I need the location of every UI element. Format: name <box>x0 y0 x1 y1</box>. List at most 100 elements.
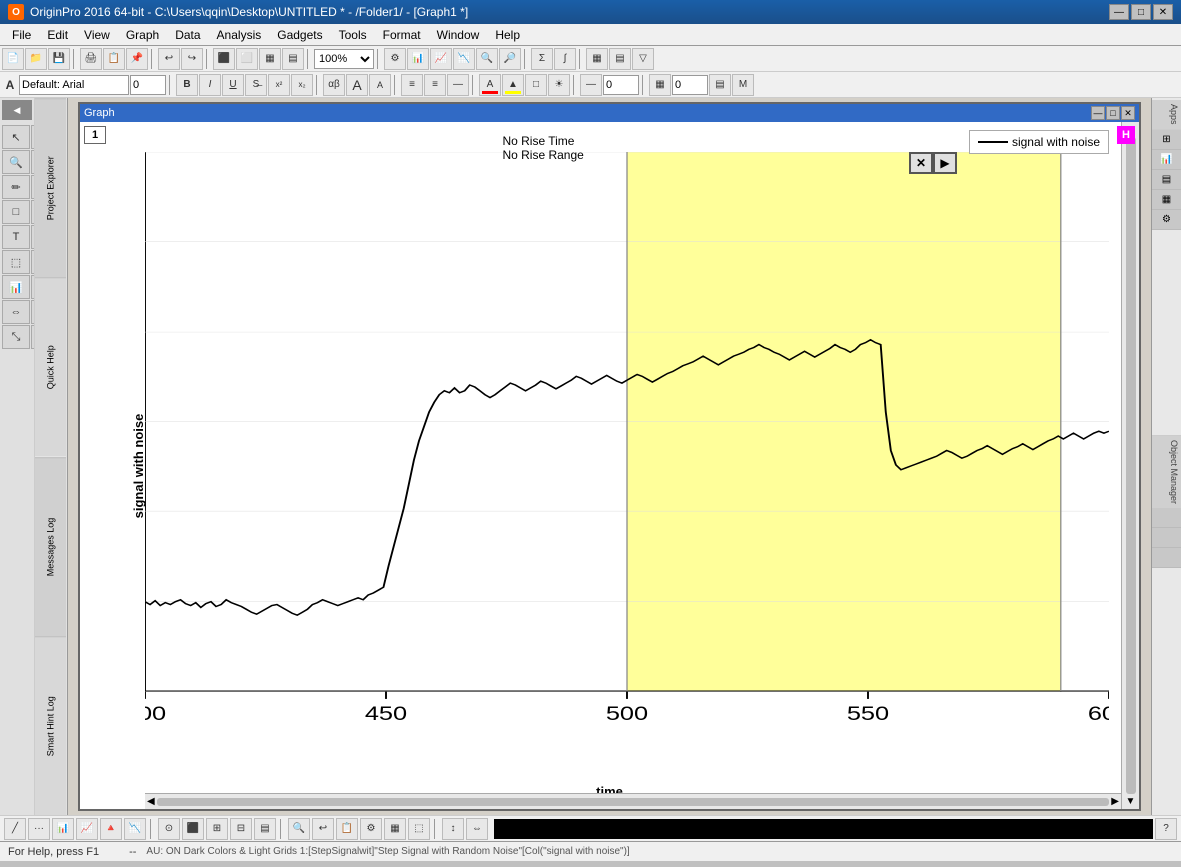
menu-file[interactable]: File <box>4 26 39 44</box>
bt-8[interactable]: ⬛ <box>182 818 204 840</box>
bt-16[interactable]: ▦ <box>384 818 406 840</box>
sidebar-object-manager[interactable]: Object Manager <box>1152 435 1181 508</box>
right-tool-7[interactable] <box>1152 528 1181 548</box>
special-btn[interactable]: M <box>732 74 754 96</box>
tb-btn-a[interactable]: ⬛ <box>213 48 235 70</box>
line-btn[interactable]: — <box>447 74 469 96</box>
right-tool-8[interactable] <box>1152 548 1181 568</box>
bt-5[interactable]: 🔺 <box>100 818 122 840</box>
scroll-thumb-h[interactable] <box>157 798 1110 806</box>
maximize-button[interactable]: □ <box>1131 4 1151 20</box>
font-name-input[interactable] <box>19 75 129 95</box>
line-style-btn[interactable]: — <box>580 74 602 96</box>
bt-15[interactable]: ⚙ <box>360 818 382 840</box>
minimize-button[interactable]: — <box>1109 4 1129 20</box>
menu-window[interactable]: Window <box>429 26 488 44</box>
line-width-input[interactable] <box>603 75 639 95</box>
pattern-btn[interactable]: ▤ <box>709 74 731 96</box>
subscript-btn[interactable]: x₂ <box>291 74 313 96</box>
sidebar-apps[interactable]: Apps <box>1152 100 1181 130</box>
tb-btn-g[interactable]: 📈 <box>430 48 452 70</box>
close-button[interactable]: ✕ <box>1153 4 1173 20</box>
scroll-right-btn[interactable]: ▶ <box>1111 796 1119 807</box>
menu-data[interactable]: Data <box>167 26 208 44</box>
right-tool-4[interactable]: ▦ <box>1152 190 1181 210</box>
tb-btn-d[interactable]: ▤ <box>282 48 304 70</box>
tb-btn-e[interactable]: ⚙ <box>384 48 406 70</box>
graph-maximize-btn[interactable]: □ <box>1106 106 1120 120</box>
scroll-down-btn[interactable]: ▼ <box>1126 796 1136 807</box>
bt-12[interactable]: 🔍 <box>288 818 310 840</box>
bt-14[interactable]: 📋 <box>336 818 358 840</box>
menu-graph[interactable]: Graph <box>118 26 167 44</box>
tool-resize[interactable]: ⤡ <box>2 325 30 349</box>
right-tool-3[interactable]: ▤ <box>1152 170 1181 190</box>
new-btn[interactable]: 📄 <box>2 48 24 70</box>
underline-btn[interactable]: U <box>222 74 244 96</box>
graph-close-btn[interactable]: ✕ <box>1121 106 1135 120</box>
print-btn[interactable]: 🖨 <box>80 48 102 70</box>
scroll-thumb[interactable] <box>1126 137 1136 794</box>
align-center-btn[interactable]: ≡ <box>424 74 446 96</box>
sidebar-smart-hint-log[interactable]: Smart Hint Log <box>35 636 66 815</box>
bt-2[interactable]: ··· <box>28 818 50 840</box>
right-tool-6[interactable] <box>1152 508 1181 528</box>
bt-9[interactable]: ⊞ <box>206 818 228 840</box>
bt-11[interactable]: ▤ <box>254 818 276 840</box>
region-control-buttons[interactable]: ✕ ▶ <box>909 152 957 174</box>
font-size-large-btn[interactable]: A <box>346 74 368 96</box>
scroll-left-btn[interactable]: ◀ <box>147 796 155 807</box>
right-tool-5[interactable]: ⚙ <box>1152 210 1181 230</box>
right-tool-1[interactable]: ⊞ <box>1152 130 1181 150</box>
tool-draw[interactable]: ✏ <box>2 175 30 199</box>
graph-title-controls[interactable]: — □ ✕ <box>1091 106 1135 120</box>
fill-style-btn[interactable]: ▦ <box>649 74 671 96</box>
menu-edit[interactable]: Edit <box>39 26 76 44</box>
h-badge[interactable]: H <box>1117 126 1135 144</box>
zoom-select[interactable]: 100% 75% 150% <box>314 49 374 69</box>
tb-btn-c[interactable]: ▦ <box>259 48 281 70</box>
region-play-btn[interactable]: ▶ <box>933 152 957 174</box>
italic-btn[interactable]: I <box>199 74 221 96</box>
text-color-btn[interactable]: A <box>479 74 501 96</box>
paste-btn[interactable]: 📌 <box>126 48 148 70</box>
font-size-small-btn[interactable]: A <box>369 74 391 96</box>
filter-btn[interactable]: ▽ <box>632 48 654 70</box>
tb-btn-m[interactable]: ▦ <box>586 48 608 70</box>
tb-btn-i[interactable]: 🔍 <box>476 48 498 70</box>
bt-13[interactable]: ↩ <box>312 818 334 840</box>
tb-btn-l[interactable]: ∫ <box>554 48 576 70</box>
bt-7[interactable]: ⊙ <box>158 818 180 840</box>
sidebar-arrow[interactable]: ◀ <box>2 100 32 120</box>
fill-color-btn[interactable]: ▲ <box>502 74 524 96</box>
tb-btn-j[interactable]: 🔎 <box>499 48 521 70</box>
tb-btn-n[interactable]: ▤ <box>609 48 631 70</box>
region-close-btn[interactable]: ✕ <box>909 152 933 174</box>
shade-btn[interactable]: ☀ <box>548 74 570 96</box>
bt-4[interactable]: 📈 <box>76 818 98 840</box>
menu-help[interactable]: Help <box>487 26 528 44</box>
sidebar-project-explorer[interactable]: Project Explorer <box>35 98 66 277</box>
bt-20[interactable]: ? <box>1155 818 1177 840</box>
right-tool-2[interactable]: 📊 <box>1152 150 1181 170</box>
sidebar-quick-help[interactable]: Quick Help <box>35 277 66 456</box>
save-btn[interactable]: 💾 <box>48 48 70 70</box>
menu-format[interactable]: Format <box>375 26 429 44</box>
tool-rect[interactable]: □ <box>2 200 30 224</box>
menu-analysis[interactable]: Analysis <box>209 26 270 44</box>
bt-10[interactable]: ⊟ <box>230 818 252 840</box>
font-size-input[interactable] <box>130 75 166 95</box>
copy-btn[interactable]: 📋 <box>103 48 125 70</box>
bt-19[interactable]: ⇔ <box>466 818 488 840</box>
bt-3[interactable]: 📊 <box>52 818 74 840</box>
graph-minimize-btn[interactable]: — <box>1091 106 1105 120</box>
redo-btn[interactable]: ↪ <box>181 48 203 70</box>
align-left-btn[interactable]: ≡ <box>401 74 423 96</box>
bt-17[interactable]: ⬚ <box>408 818 430 840</box>
sidebar-messages-log[interactable]: Messages Log <box>35 457 66 636</box>
strikethrough-btn[interactable]: S̶ <box>245 74 267 96</box>
bt-1[interactable]: ╱ <box>4 818 26 840</box>
superscript-btn[interactable]: x² <box>268 74 290 96</box>
bt-6[interactable]: 📉 <box>124 818 146 840</box>
menu-tools[interactable]: Tools <box>331 26 375 44</box>
